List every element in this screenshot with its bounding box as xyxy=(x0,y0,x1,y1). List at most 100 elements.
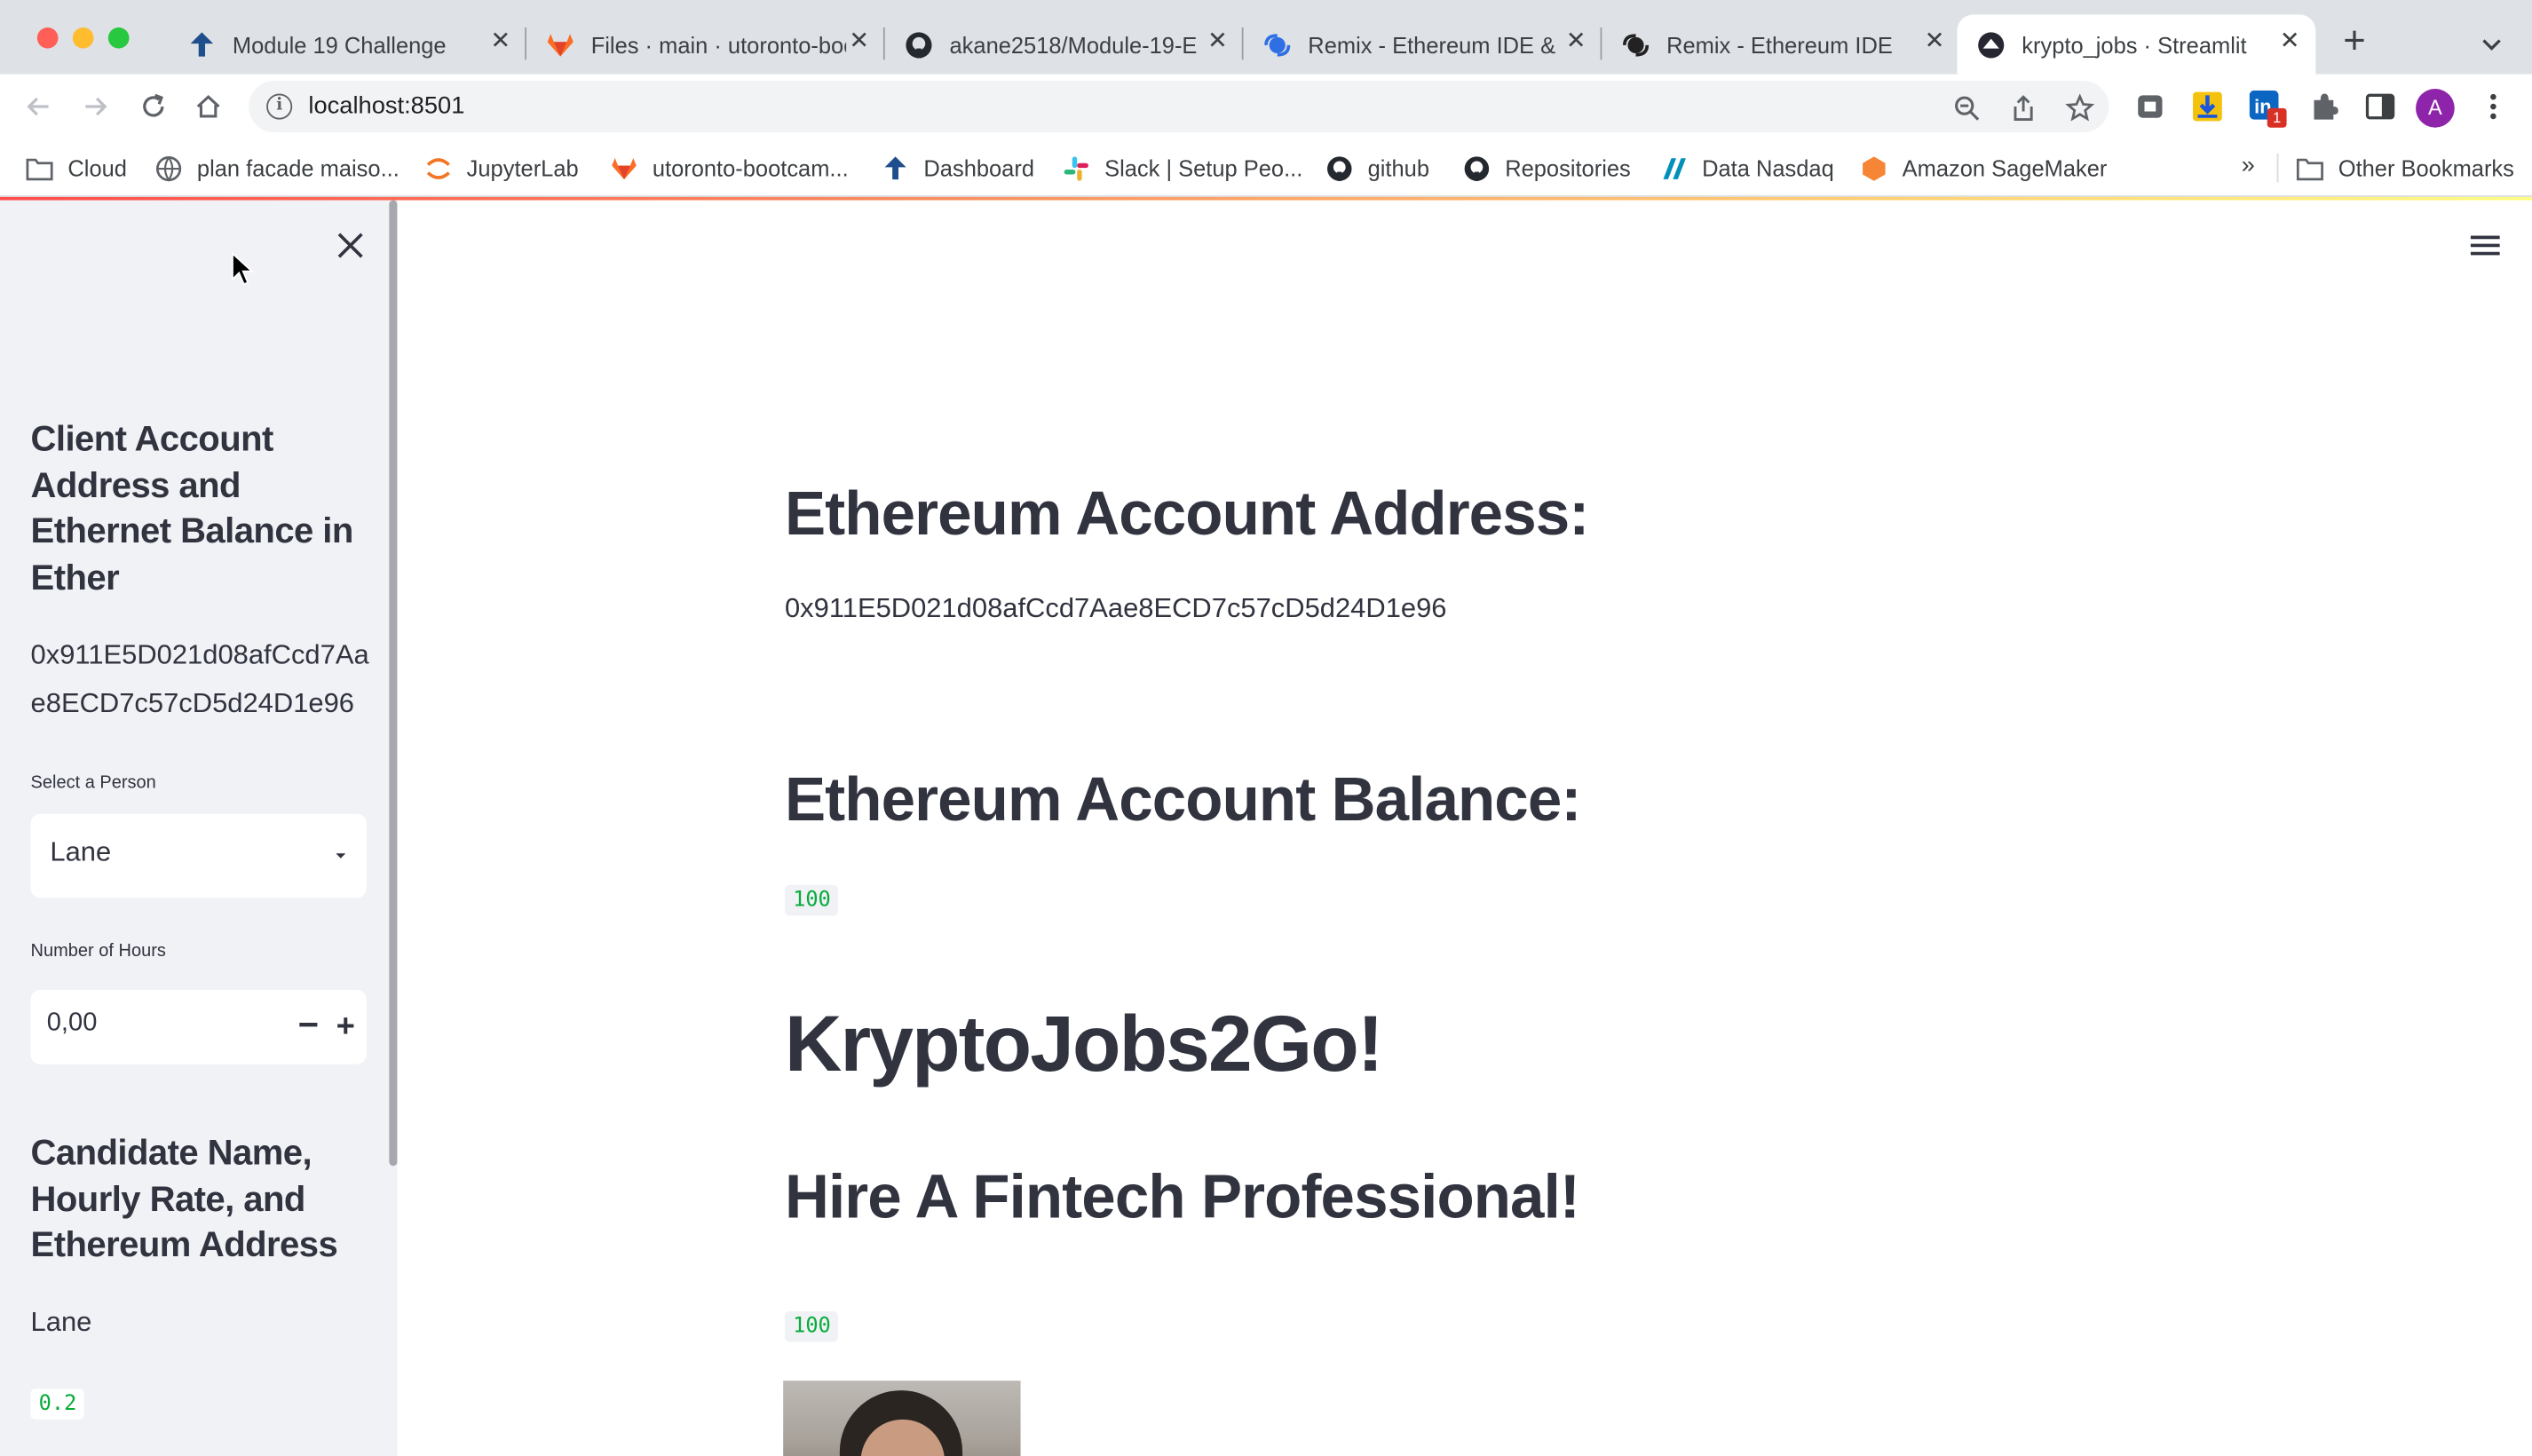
extensions-puzzle-icon[interactable] xyxy=(2307,91,2339,123)
browser-tab[interactable]: Files · main · utoronto-bootcamp ✕ xyxy=(526,14,885,74)
forward-arrow-icon xyxy=(85,97,107,116)
bookmark-label: Slack | Setup Peo... xyxy=(1104,154,1303,181)
hours-label: Number of Hours xyxy=(30,941,166,961)
tab-title: krypto_jobs · Streamlit xyxy=(2022,31,2247,58)
bookmarks-overflow-button[interactable]: » xyxy=(2242,152,2255,179)
bookmark-label: Other Bookmarks xyxy=(2338,154,2514,181)
window-zoom-button[interactable] xyxy=(107,27,130,49)
bookmarks-bar: Cloud plan facade maiso... JupyterLab ut… xyxy=(0,138,2532,197)
zoom-icon[interactable] xyxy=(1952,93,1982,123)
bookmark-item[interactable]: Cloud xyxy=(26,150,127,186)
bookmark-label: Cloud xyxy=(67,154,127,181)
share-icon[interactable] xyxy=(2009,93,2038,123)
bookmark-item[interactable]: utoronto-bootcam... xyxy=(611,150,849,186)
github-icon xyxy=(1325,154,1353,182)
new-tab-button[interactable]: + xyxy=(2335,22,2374,61)
reload-button[interactable] xyxy=(134,87,173,126)
home-button[interactable] xyxy=(189,87,228,126)
other-bookmarks[interactable]: Other Bookmarks xyxy=(2296,150,2514,186)
bookmark-star-icon[interactable] xyxy=(2065,93,2095,123)
window-close-button[interactable] xyxy=(36,27,59,49)
window-minimize-button[interactable] xyxy=(72,27,94,49)
side-panel-icon[interactable] xyxy=(2364,91,2396,123)
tab-title: Module 19 Challenge xyxy=(232,31,447,58)
sidebar-heading-candidate: Candidate Name, Hourly Rate, and Ethereu… xyxy=(30,1132,338,1265)
candidate-name: Lane xyxy=(30,1306,92,1338)
browser-tab[interactable]: akane2518/Module-19-E ✕ xyxy=(885,14,1244,74)
bookmark-label: JupyterLab xyxy=(466,154,579,181)
sidebar-scrollbar[interactable] xyxy=(389,200,398,1167)
notification-badge: 1 xyxy=(2267,107,2287,128)
streamlit-app: Client Account Address and Ethernet Bala… xyxy=(0,200,2532,1456)
bookmark-item[interactable]: Data Nasdaq xyxy=(1660,150,1834,186)
linkedin-extension-icon[interactable]: in 1 xyxy=(2249,90,2287,128)
bookmark-item[interactable]: Repositories xyxy=(1463,150,1631,186)
browser-tab[interactable]: Remix - Ethereum IDE ✕ xyxy=(1602,14,1960,74)
candidate-hourly-rate: 0.2 xyxy=(30,1389,85,1420)
browser-menu-icon[interactable] xyxy=(2481,91,2506,123)
output-value: 100 xyxy=(784,1310,839,1342)
close-tab-icon[interactable]: ✕ xyxy=(1205,28,1230,55)
decrement-button[interactable]: − xyxy=(292,1007,324,1047)
github-icon xyxy=(1463,154,1491,182)
hamburger-menu-icon[interactable] xyxy=(2467,233,2503,258)
extension-grammar-icon[interactable] xyxy=(2135,91,2167,123)
github-icon xyxy=(905,30,934,59)
bookmark-label: utoronto-bootcam... xyxy=(652,154,849,181)
account-balance-value: 100 xyxy=(784,884,839,916)
close-tab-icon[interactable]: ✕ xyxy=(487,28,513,55)
back-arrow-icon xyxy=(27,97,49,116)
remix-icon xyxy=(1262,30,1292,59)
candidate-photo xyxy=(783,1381,1021,1456)
sidebar-account-address: 0x911E5D021d08afCcd7Aae8ECD7c57cD5d24D1e… xyxy=(30,639,369,719)
browser-tab[interactable]: Module 19 Challenge ✕ xyxy=(168,14,526,74)
extension-download-icon[interactable] xyxy=(2191,91,2223,123)
tab-title: Remix - Ethereum IDE & xyxy=(1308,31,1556,58)
folder-icon xyxy=(2296,154,2323,182)
hours-number-input[interactable]: 0,00 − + xyxy=(30,989,367,1064)
browser-tab-strip: Module 19 Challenge ✕ Files · main · uto… xyxy=(0,0,2532,75)
bookmark-label: Repositories xyxy=(1505,154,1631,181)
profile-avatar[interactable]: A xyxy=(2416,89,2455,128)
select-person-dropdown[interactable]: Lane xyxy=(30,813,367,898)
tab-search-chevron-icon[interactable] xyxy=(2477,29,2506,59)
chevron-down-icon xyxy=(336,853,346,859)
bootcamp-tree-icon xyxy=(187,30,217,59)
gitlab-icon xyxy=(611,154,638,182)
jupyter-icon xyxy=(424,154,452,182)
bookmarks-separator xyxy=(2276,153,2279,183)
close-tab-icon[interactable]: ✕ xyxy=(2277,28,2303,55)
url-text: localhost:8501 xyxy=(308,91,465,120)
bookmark-label: plan facade maiso... xyxy=(196,154,400,181)
increment-button[interactable]: + xyxy=(329,1008,361,1047)
globe-icon xyxy=(155,154,183,182)
close-tab-icon[interactable]: ✕ xyxy=(846,28,872,55)
browser-tab-active[interactable]: krypto_jobs · Streamlit ✕ xyxy=(1957,14,2316,75)
bookmark-label: Amazon SageMaker xyxy=(1902,154,2108,181)
bookmark-item[interactable]: Slack | Setup Peo... xyxy=(1063,150,1303,186)
browser-tab[interactable]: Remix - Ethereum IDE & ✕ xyxy=(1244,14,1602,74)
close-tab-icon[interactable]: ✕ xyxy=(1921,28,1947,55)
close-tab-icon[interactable]: ✕ xyxy=(1563,28,1589,55)
reload-icon xyxy=(143,93,164,117)
sagemaker-icon xyxy=(1860,154,1887,182)
forward-button[interactable] xyxy=(75,87,115,126)
bookmark-item[interactable]: Dashboard xyxy=(882,150,1034,186)
address-bar[interactable]: i localhost:8501 xyxy=(249,80,2109,133)
select-person-label: Select a Person xyxy=(30,773,156,794)
close-sidebar-icon[interactable] xyxy=(335,229,367,261)
bookmark-label: Dashboard xyxy=(923,154,1035,181)
slack-icon xyxy=(1063,154,1090,182)
tab-title: Files · main · utoronto-bootcamp xyxy=(590,31,846,58)
bookmark-item[interactable]: JupyterLab xyxy=(424,150,579,186)
back-button[interactable] xyxy=(20,87,59,126)
bootcamp-tree-icon xyxy=(882,154,909,182)
site-info-icon[interactable]: i xyxy=(266,93,293,120)
sidebar: Client Account Address and Ethernet Bala… xyxy=(0,200,398,1456)
bookmark-item[interactable]: Amazon SageMaker xyxy=(1860,150,2107,186)
bookmark-item[interactable]: plan facade maiso... xyxy=(155,150,400,186)
folder-icon xyxy=(26,154,53,182)
bookmark-item[interactable]: github xyxy=(1325,150,1429,186)
mouse-cursor-icon xyxy=(232,251,254,286)
selected-person: Lane xyxy=(50,836,112,867)
